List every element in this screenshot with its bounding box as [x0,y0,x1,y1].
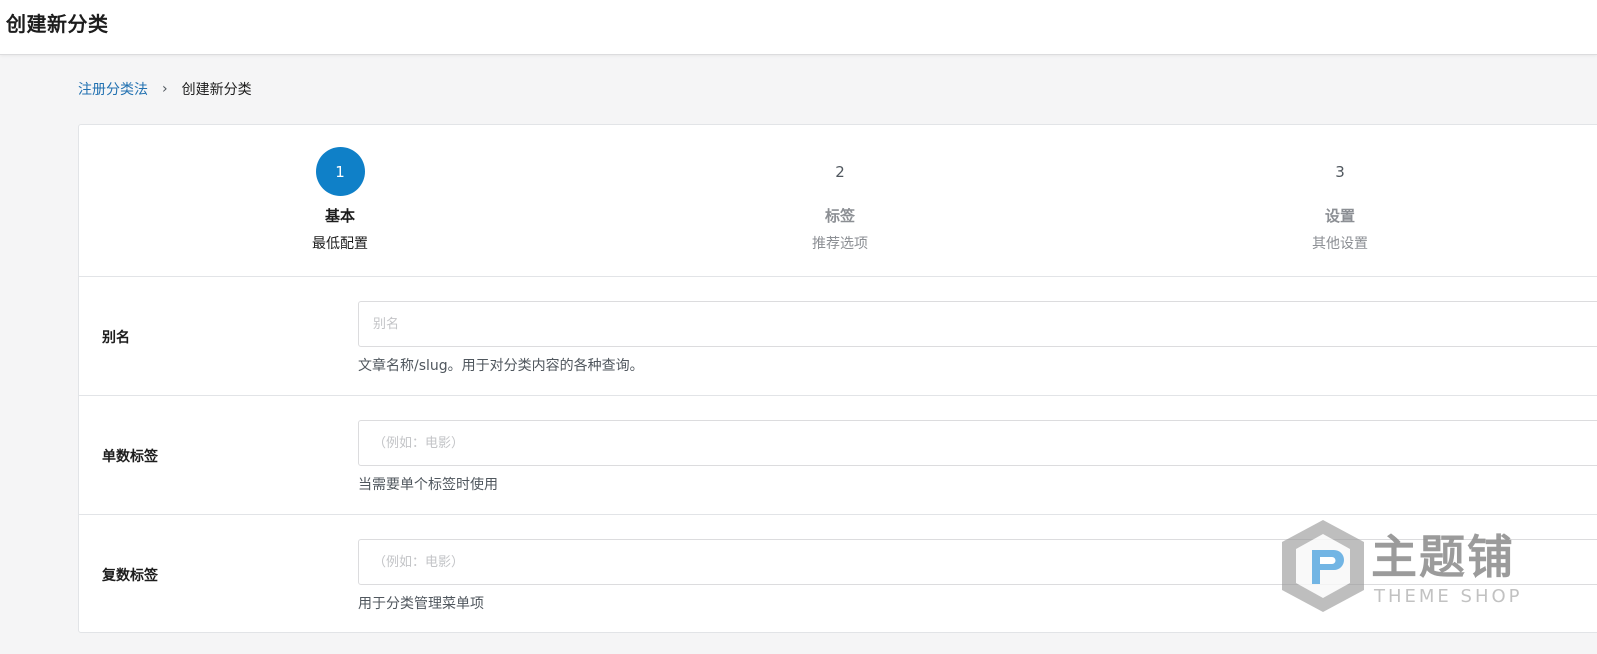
field-label: 别名 [102,330,130,346]
step-title: 标签 [824,207,855,225]
breadcrumb: 注册分类法 › 创建新分类 [78,79,252,99]
breadcrumb-current: 创建新分类 [181,82,252,98]
step-number-badge: 1 [315,147,365,196]
step-subtitle: 其他设置 [1312,236,1368,252]
field-help-text: 当需要单个标签时使用 [358,477,498,493]
step-basic[interactable]: 1 基本 最低配置 [260,147,420,253]
form-row-singular-label: 单数标签 当需要单个标签时使用 [79,396,1597,515]
step-subtitle: 最低配置 [312,236,368,252]
field-label: 复数标签 [102,568,158,584]
field-help-text: 文章名称/slug。用于对分类内容的各种查询。 [358,358,644,374]
singular-label-input[interactable] [358,420,1597,466]
form-row-plural-label: 复数标签 用于分类管理菜单项 [79,515,1597,634]
step-settings[interactable]: 3 设置 其他设置 [1260,147,1420,253]
form-card: 1 基本 最低配置 2 标签 推荐选项 3 设置 其他设置 别名 文章名称/sl… [78,124,1597,633]
step-labels[interactable]: 2 标签 推荐选项 [760,147,920,253]
step-number-badge: 3 [1335,162,1345,181]
field-help-text: 用于分类管理菜单项 [358,596,484,612]
breadcrumb-link-parent[interactable]: 注册分类法 [78,79,148,99]
slug-input[interactable] [358,301,1597,347]
step-number-badge: 2 [835,162,845,181]
page-title: 创建新分类 [6,12,109,36]
step-title: 设置 [1324,207,1355,225]
chevron-right-icon: › [162,81,168,97]
step-subtitle: 推荐选项 [812,236,868,252]
field-label: 单数标签 [102,449,158,465]
plural-label-input[interactable] [358,539,1597,585]
top-header: 创建新分类 [0,0,1597,55]
wizard-steps: 1 基本 最低配置 2 标签 推荐选项 3 设置 其他设置 [79,125,1597,277]
step-title: 基本 [324,207,355,225]
form-row-slug: 别名 文章名称/slug。用于对分类内容的各种查询。 [79,277,1597,396]
